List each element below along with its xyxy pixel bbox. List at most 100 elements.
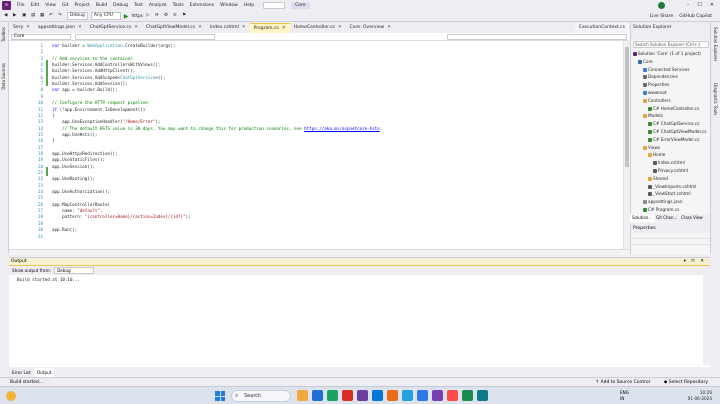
code-line[interactable]: }: [52, 138, 55, 143]
scrollbar-thumb[interactable]: [625, 47, 629, 167]
editor-vertical-scrollbar[interactable]: [623, 41, 630, 249]
comment-icon[interactable]: ≡: [173, 13, 179, 19]
solution-explorer-side-tab[interactable]: Solution Explorer: [713, 27, 718, 61]
taskbar-app-icon[interactable]: [477, 390, 488, 401]
tab-error-list[interactable]: Error List: [9, 368, 34, 377]
taskbar-app-icon[interactable]: [372, 390, 383, 401]
menu-tools[interactable]: Tools: [170, 3, 187, 8]
attach-icon[interactable]: ⚙: [164, 13, 170, 19]
undo-icon[interactable]: ↶: [49, 13, 55, 19]
code-line[interactable]: // Add services to the container.: [52, 56, 135, 61]
tab-close-icon[interactable]: ✕: [282, 24, 286, 33]
taskbar-app-icon[interactable]: [417, 390, 428, 401]
solution-explorer-search[interactable]: Search Solution Explorer (Ctrl+;): [633, 41, 709, 48]
taskbar-app-icon[interactable]: [447, 390, 458, 401]
solution-tree-item[interactable]: Models: [643, 113, 663, 119]
weather-icon[interactable]: [6, 391, 16, 401]
minimize-icon[interactable]: –: [687, 2, 690, 9]
clock[interactable]: 10:26 01-06-2024: [650, 390, 712, 401]
tab-close-icon[interactable]: ✕: [242, 23, 246, 33]
run-without-debug-icon[interactable]: ▷: [146, 13, 152, 19]
code-line[interactable]: app.UseHttpsRedirection();: [52, 151, 118, 156]
solution-tree-item[interactable]: appsettings.json: [643, 199, 682, 205]
solution-tree-item[interactable]: Connected Services: [643, 67, 690, 73]
scope-dropdown[interactable]: [75, 33, 215, 40]
code-line[interactable]: builder.Services.AddControllersWithViews…: [52, 62, 160, 67]
code-line[interactable]: if (!app.Environment.IsDevelopment()): [52, 107, 145, 112]
menu-edit[interactable]: Edit: [28, 3, 43, 8]
project-dropdown[interactable]: Core: [11, 33, 71, 40]
run-target[interactable]: https: [131, 14, 143, 19]
tab-homecontroller-cs[interactable]: HomeController.cs ✕: [290, 23, 346, 33]
menu-git[interactable]: Git: [59, 3, 72, 8]
tab-git-changes[interactable]: Git Chan...: [654, 214, 679, 222]
windows-start-icon[interactable]: [215, 391, 225, 401]
solution-tree-item[interactable]: Core: [638, 59, 653, 65]
data-sources-tab[interactable]: Data Sources: [1, 63, 6, 90]
forward-icon[interactable]: ▶: [13, 13, 19, 19]
code-line[interactable]: app.UseExceptionHandler("/Home/Error");: [52, 119, 160, 124]
close-icon[interactable]: ✕: [710, 2, 714, 9]
menu-test[interactable]: Test: [131, 3, 146, 8]
save-icon[interactable]: ▦: [40, 13, 46, 19]
code-line[interactable]: app.UseAuthorization();: [52, 189, 110, 194]
code-line[interactable]: app.UseSession();: [52, 164, 95, 169]
member-dropdown[interactable]: [447, 33, 627, 40]
code-line[interactable]: var app = builder.Build();: [52, 87, 118, 92]
platform-dropdown[interactable]: Any CPU: [90, 12, 121, 20]
code-line[interactable]: builder.Services.AddHttpClient();: [52, 68, 135, 73]
tab-solution-explorer[interactable]: Solution...: [630, 214, 655, 222]
solution-tree-item[interactable]: Solution 'Core' (1 of 1 project): [633, 51, 701, 57]
tab-chatgptservice-cs[interactable]: ChatGptService.cs ✕: [86, 23, 142, 33]
menu-window[interactable]: Window: [217, 3, 241, 8]
taskbar-app-icon[interactable]: [297, 390, 308, 401]
tab-close-icon[interactable]: ✕: [26, 23, 30, 33]
code-line[interactable]: builder.Services.AddSession();: [52, 81, 128, 86]
tab-close-icon[interactable]: ✕: [134, 23, 138, 33]
redo-icon[interactable]: ↷: [58, 13, 64, 19]
code-line[interactable]: pattern: "{controller=Home}/{action=Inde…: [52, 214, 191, 219]
taskbar-app-icon[interactable]: [402, 390, 413, 401]
diagnostic-tools-side-tab[interactable]: Diagnostic Tools: [713, 83, 718, 115]
tab-close-icon[interactable]: ✕: [198, 23, 202, 33]
tab-close-icon[interactable]: ✕: [338, 23, 342, 33]
menu-view[interactable]: View: [42, 3, 59, 8]
output-scrollbar[interactable]: [703, 275, 710, 365]
output-source-dropdown[interactable]: Debug: [53, 267, 94, 274]
code-line[interactable]: app.MapControllerRoute(: [52, 202, 110, 207]
solution-tree-item[interactable]: C# ChatGptService.cs: [648, 121, 699, 127]
solution-tree-item[interactable]: C# HomeController.cs: [648, 106, 699, 112]
menu-help[interactable]: Help: [241, 3, 257, 8]
solution-tree-item[interactable]: Privacy.cshtml: [653, 168, 688, 174]
taskbar-app-icon[interactable]: [357, 390, 368, 401]
menu-debug[interactable]: Debug: [110, 3, 131, 8]
tab-chatgptviewmodel-cs[interactable]: ChatGptViewModel.cs ✕: [142, 23, 206, 33]
solution-tree-item[interactable]: Views: [643, 145, 660, 151]
code-line[interactable]: app.UseHsts();: [52, 132, 97, 137]
code-line[interactable]: name: "default",: [52, 208, 102, 213]
code-line[interactable]: {: [52, 113, 55, 118]
avatar[interactable]: [657, 2, 665, 9]
tab-output[interactable]: Output: [33, 368, 55, 377]
tab-execution-context[interactable]: ExecutionContext.cs: [575, 23, 629, 33]
tab-program-cs[interactable]: Program.cs ✕: [249, 23, 290, 33]
tab-index-cshtml[interactable]: Index.cshtml ✕: [206, 23, 250, 33]
taskbar-app-icon[interactable]: [387, 390, 398, 401]
open-folder-icon[interactable]: ▤: [31, 13, 37, 19]
tab-close-icon[interactable]: ✕: [387, 23, 391, 33]
configuration-dropdown[interactable]: Debug: [67, 12, 88, 20]
code-line[interactable]: // Configure the HTTP request pipeline.: [52, 100, 150, 105]
taskbar-app-icon[interactable]: [432, 390, 443, 401]
solution-tree-item[interactable]: wwwroot: [643, 90, 667, 96]
tab-close-icon[interactable]: ✕: [78, 23, 82, 33]
solution-tree-item[interactable]: Shared: [648, 176, 668, 182]
code-line[interactable]: app.UseRouting();: [52, 176, 95, 181]
tab-sery[interactable]: Sery ✕: [9, 23, 34, 33]
tab-core-overview[interactable]: Core: Overview ✕: [346, 23, 395, 33]
code-line[interactable]: app.UseStaticFiles();: [52, 157, 105, 162]
solution-tree-item[interactable]: Home: [648, 152, 665, 158]
copilot-button[interactable]: GitHub Copilot: [679, 14, 712, 19]
solution-tree-item[interactable]: Controllers: [643, 98, 671, 104]
bookmark-icon[interactable]: ⚑: [182, 13, 188, 19]
output-panel-controls[interactable]: ▾ ⊓ ✕: [684, 258, 710, 265]
